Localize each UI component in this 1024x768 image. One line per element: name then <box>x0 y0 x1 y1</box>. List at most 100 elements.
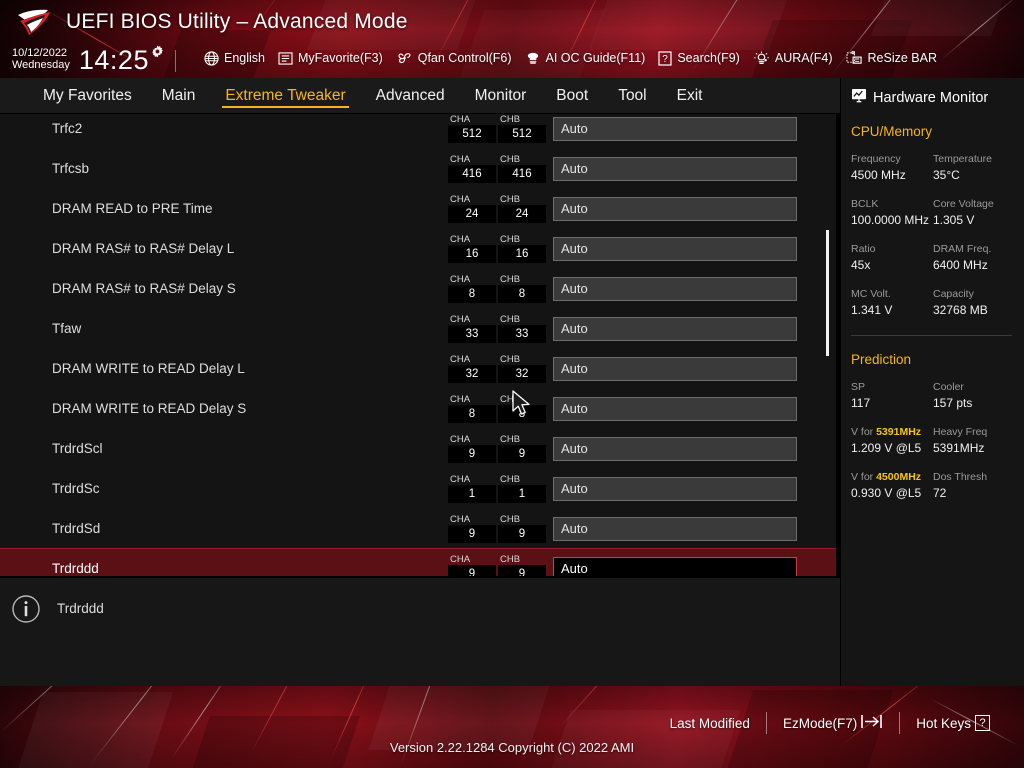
hw-metric-value: 72 <box>933 486 947 500</box>
hw-metric-value: 4500 MHz <box>851 168 906 182</box>
main-menu-bar: My Favorites Main Extreme Tweaker Advanced M… <box>0 78 840 114</box>
gear-icon[interactable] <box>151 45 164 63</box>
hw-metric: MC Volt. 1.341 V <box>851 287 933 319</box>
hw-metric-value: 1.305 V <box>933 213 975 227</box>
qfan-control-button[interactable]: Qfan Control(F6) <box>396 51 512 65</box>
setting-row[interactable]: DRAM WRITE to READ Delay S CHA 8 CHB 8 Auto <box>0 388 840 428</box>
channel-caption: CHB <box>500 394 521 405</box>
footer-button-hot-keys[interactable]: Hot Keys? <box>900 715 1006 731</box>
hw-metric: Cooler 157 pts <box>933 380 1015 412</box>
hw-metric-row: Frequency 4500 MHz Temperature 35°C <box>841 139 1024 184</box>
hw-metric-value: 100.0000 MHz <box>851 213 930 227</box>
tab-tool[interactable]: Tool <box>603 78 661 114</box>
hw-metric-key: V for 4500MHz <box>851 470 933 485</box>
footer-button-last-modified[interactable]: Last Modified <box>654 716 766 731</box>
setting-value-field[interactable]: Auto <box>553 396 797 421</box>
scrollbar-track[interactable] <box>826 114 829 576</box>
hw-metric-row: BCLK 100.0000 MHz Core Voltage 1.305 V <box>841 184 1024 229</box>
chb-value-box: CHB 16 <box>498 234 546 263</box>
tab-boot[interactable]: Boot <box>541 78 603 114</box>
hw-metric-value: 6400 MHz <box>933 258 988 272</box>
channel-caption: CHA <box>450 314 471 325</box>
tab-main[interactable]: Main <box>147 78 211 114</box>
channel-value: 32 <box>498 365 546 383</box>
footer-button-label: EzMode(F7) <box>782 715 858 731</box>
qfan-control-label: Qfan Control(F6) <box>417 51 512 65</box>
ai-oc-guide-button[interactable]: AI OC Guide(F11) <box>525 51 645 65</box>
chb-value-box: CHB 9 <box>498 554 546 576</box>
setting-value-field[interactable]: Auto <box>553 156 797 181</box>
setting-row[interactable]: TrdrdSc CHA 1 CHB 1 Auto <box>0 468 840 508</box>
setting-label: DRAM WRITE to READ Delay L <box>52 361 245 376</box>
hw-metric-value: 0.930 V @L5 <box>851 486 922 500</box>
setting-value-field[interactable]: Auto <box>553 116 797 141</box>
language-button[interactable]: English <box>204 50 265 66</box>
setting-row[interactable]: Trfcsb CHA 416 CHB 416 Auto <box>0 148 840 188</box>
cha-value-box: CHA 8 <box>448 394 496 423</box>
setting-row[interactable]: TrdrdSd CHA 9 CHB 9 Auto <box>0 508 840 548</box>
setting-label: Tfaw <box>52 321 82 336</box>
channel-value: 33 <box>498 325 546 343</box>
setting-row[interactable]: DRAM READ to PRE Time CHA 24 CHB 24 Auto <box>0 188 840 228</box>
rog-logo <box>18 9 50 35</box>
hw-metric-key-prefix: V for <box>851 471 877 483</box>
channel-value: 9 <box>448 445 496 463</box>
setting-value-field[interactable]: Auto <box>553 516 797 541</box>
setting-value-field[interactable]: Auto <box>553 436 797 461</box>
channel-caption: CHB <box>500 154 521 165</box>
info-icon <box>11 594 41 629</box>
tab-monitor[interactable]: Monitor <box>460 78 542 114</box>
channel-caption: CHA <box>450 554 471 565</box>
footer-button-label: Last Modified <box>669 715 750 731</box>
hw-metric-value: 1.209 V @L5 <box>851 441 922 455</box>
setting-label: DRAM RAS# to RAS# Delay L <box>52 241 235 256</box>
hw-metric: Dos Thresh 72 <box>933 470 1015 502</box>
setting-value-field[interactable]: Auto <box>553 236 797 261</box>
setting-value-field[interactable]: Auto <box>553 196 797 221</box>
channel-caption: CHA <box>450 474 471 485</box>
channel-caption: CHB <box>500 434 521 445</box>
setting-row[interactable]: Trdrddd CHA 9 CHB 9 Auto <box>0 548 840 576</box>
setting-row[interactable]: Trfc2 CHA 512 CHB 512 Auto <box>0 114 840 148</box>
chb-value-box: CHB 32 <box>498 354 546 383</box>
resize-bar-button[interactable]: ReSize BAR <box>846 50 937 66</box>
chb-value-box: CHB 8 <box>498 394 546 423</box>
search-button[interactable]: ? Search(F9) <box>658 50 740 66</box>
setting-value-field[interactable]: Auto <box>553 556 797 576</box>
settings-list[interactable]: Trfc2 CHA 512 CHB 512 Auto Trfcsb CHA 416 CHB 416 A… <box>0 114 840 576</box>
cha-value-box: CHA 24 <box>448 194 496 223</box>
setting-row[interactable]: DRAM RAS# to RAS# Delay L CHA 16 CHB 16 Auto <box>0 228 840 268</box>
tab-my-favorites[interactable]: My Favorites <box>28 78 147 114</box>
myfavorite-button[interactable]: MyFavorite(F3) <box>278 51 383 65</box>
tab-advanced[interactable]: Advanced <box>361 78 460 114</box>
setting-value-field[interactable]: Auto <box>553 316 797 341</box>
setting-row[interactable]: DRAM WRITE to READ Delay L CHA 32 CHB 32 Auto <box>0 348 840 388</box>
hw-metric-key: Cooler <box>933 381 964 393</box>
page-title: UEFI BIOS Utility – Advanced Mode <box>66 10 408 33</box>
channel-value: 512 <box>448 125 496 143</box>
channel-value: 8 <box>448 405 496 423</box>
hw-metric-key: Core Voltage <box>933 198 994 210</box>
setting-label: Trfcsb <box>52 161 89 176</box>
cha-value-box: CHA 9 <box>448 554 496 576</box>
brain-icon <box>525 51 541 65</box>
hw-metric-key: Temperature <box>933 153 992 165</box>
setting-value-field[interactable]: Auto <box>553 476 797 501</box>
channel-caption: CHA <box>450 274 471 285</box>
hw-metric: Frequency 4500 MHz <box>851 152 933 184</box>
setting-row[interactable]: Tfaw CHA 33 CHB 33 Auto <box>0 308 840 348</box>
setting-row[interactable]: DRAM RAS# to RAS# Delay S CHA 8 CHB 8 Auto <box>0 268 840 308</box>
footer-button-ezmode-f7[interactable]: EzMode(F7) <box>767 714 899 732</box>
channel-value: 9 <box>448 565 496 576</box>
scrollbar-thumb[interactable] <box>826 230 829 356</box>
chb-value-box: CHB 416 <box>498 154 546 183</box>
tab-extreme-tweaker[interactable]: Extreme Tweaker <box>210 78 360 114</box>
hw-metric-row: V for 5391MHz 1.209 V @L5 Heavy Freq 5391MH… <box>841 412 1024 457</box>
channel-value: 24 <box>498 205 546 223</box>
setting-row[interactable]: TrdrdScl CHA 9 CHB 9 Auto <box>0 428 840 468</box>
hw-metric-key: DRAM Freq. <box>933 243 992 255</box>
setting-value-field[interactable]: Auto <box>553 356 797 381</box>
aura-button[interactable]: AURA(F4) <box>753 51 833 66</box>
setting-value-field[interactable]: Auto <box>553 276 797 301</box>
tab-exit[interactable]: Exit <box>662 78 718 114</box>
